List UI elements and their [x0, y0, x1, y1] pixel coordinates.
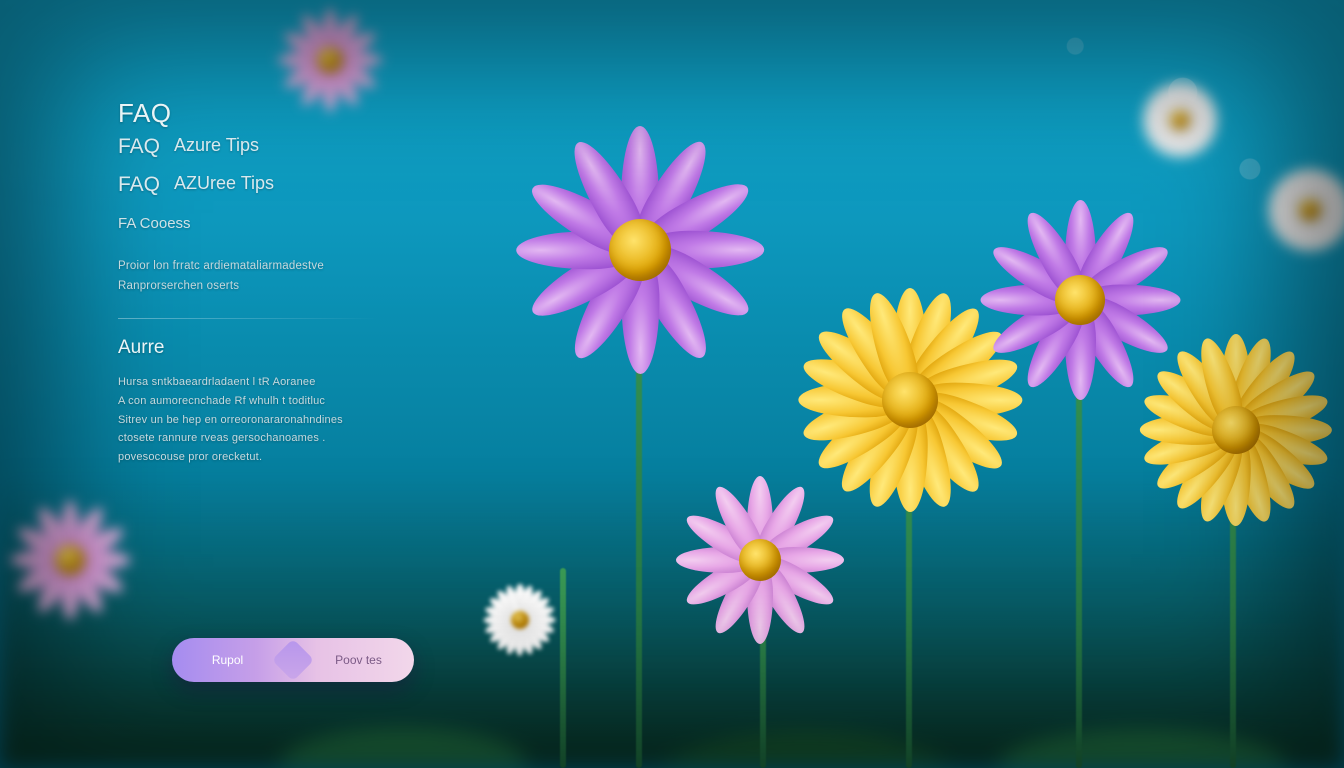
info-panel: FAQ FAQ Azure Tips FAQ AZUree Tips FA Co…: [118, 98, 448, 467]
divider: [118, 318, 378, 319]
title-primary: FAQ: [118, 98, 172, 129]
segment-divider-icon: [283, 638, 303, 682]
subtitle-row: FAQ AZUree Tips: [118, 173, 448, 197]
subtitle-tail: AZUree Tips: [174, 173, 274, 197]
section-body: Hursa sntkbaeardrladaent l tR Aoranee A …: [118, 373, 448, 466]
segmented-control[interactable]: Rupol Poov tes: [172, 638, 414, 682]
segment-right[interactable]: Poov tes: [303, 638, 414, 682]
subtitle-primary: FAQ: [118, 173, 160, 197]
title-tail: Azure Tips: [174, 135, 259, 159]
section-line: povesocouse pror orecketut.: [118, 448, 448, 467]
tertiary-label: FA Cooess: [118, 215, 448, 232]
title-row: FAQ: [118, 98, 448, 129]
title-mid: FAQ: [118, 135, 160, 159]
section-line: Hursa sntkbaeardrladaent l tR Aoranee: [118, 373, 448, 392]
intro-block: Proior lon frratc ardiemataliarmadestve …: [118, 256, 448, 296]
intro-line: Proior lon frratc ardiemataliarmadestve: [118, 256, 448, 276]
section-heading: Aurre: [118, 337, 448, 359]
flower-stem: [560, 568, 566, 768]
section-line: ctosete rannure rveas gersochanoames .: [118, 429, 448, 448]
intro-line: Ranprorserchen oserts: [118, 276, 448, 296]
section-line: A con aumorecnchade Rf whulh t toditluc: [118, 392, 448, 411]
background-meadow: [0, 468, 1344, 768]
section-line: Sitrev un be hep en orreoronararonahndin…: [118, 411, 448, 430]
segment-left[interactable]: Rupol: [172, 638, 283, 682]
title-row-2: FAQ Azure Tips: [118, 135, 448, 159]
